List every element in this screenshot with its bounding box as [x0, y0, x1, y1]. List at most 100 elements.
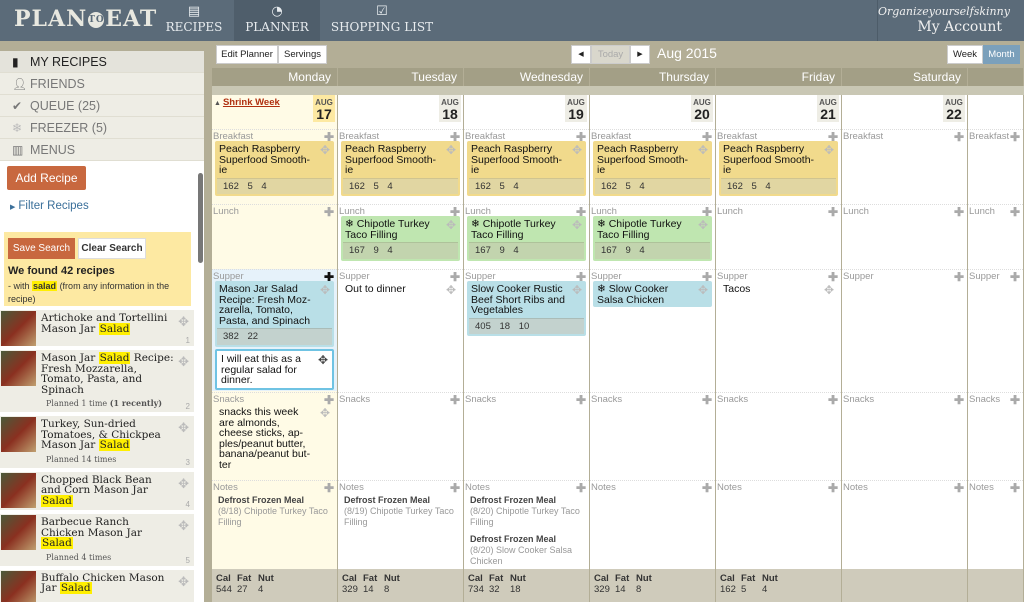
meal-note-card[interactable]: Tacos ✥ [719, 281, 838, 297]
move-handle-icon[interactable]: ✥ [446, 284, 456, 295]
move-handle-icon[interactable]: ✥ [320, 284, 330, 295]
my-account-menu[interactable]: Organizeyourselfskinny My Account [877, 0, 1024, 41]
meal-note-card-selected[interactable]: I will eat this as a regular salad for d… [215, 349, 334, 390]
meal-card[interactable]: Slow Cooker Rustic Beef Short Ribs and V… [467, 281, 586, 336]
meal-card[interactable]: ❄ Chipotle Turkey Taco Filling 167 9 4 ✥ [341, 216, 460, 261]
note-item[interactable]: Defrost Frozen Meal (8/20) Chipotle Turke… [466, 495, 587, 528]
next-week-button[interactable]: ▶ [630, 45, 650, 64]
add-item-plus-icon[interactable]: ✚ [954, 481, 964, 495]
meal-card[interactable]: Peach Raspberry Superfood Smooth-ie 162 5… [341, 141, 460, 196]
drag-handle-icon[interactable]: ✥ [178, 354, 189, 370]
today-button[interactable]: Today [591, 45, 630, 64]
sidebar-item-freezer[interactable]: ❄ FREEZER (5) [0, 117, 204, 139]
planned-text: Planned 4 times [46, 552, 112, 562]
recipe-card[interactable]: Chopped Black Bean and Corn Mason Jar Sa… [0, 471, 194, 510]
recipe-card[interactable]: Artichoke and Tortellini Mason Jar Salad… [0, 310, 194, 346]
sidebar-item-queue[interactable]: ✔ QUEUE (25) [0, 95, 204, 117]
add-item-plus-icon[interactable]: ✚ [1010, 205, 1020, 219]
meal-note-card[interactable]: Out to dinner ✥ [341, 281, 460, 297]
move-handle-icon[interactable]: ✥ [318, 354, 328, 365]
meal-card[interactable]: Mason Jar Salad Recipe: Fresh Moz-zarell… [215, 281, 334, 347]
add-item-plus-icon[interactable]: ✚ [450, 481, 460, 495]
add-item-plus-icon[interactable]: ✚ [450, 393, 460, 407]
move-handle-icon[interactable]: ✥ [824, 284, 834, 295]
move-handle-icon[interactable]: ✥ [824, 144, 834, 155]
add-item-plus-icon[interactable]: ✚ [324, 481, 334, 495]
plan-to-eat-logo[interactable]: PLANTOEAT [14, 6, 157, 32]
move-handle-icon[interactable]: ✥ [446, 144, 456, 155]
add-item-plus-icon[interactable]: ✚ [954, 270, 964, 284]
slot-label: Snacks [465, 394, 497, 405]
add-item-plus-icon[interactable]: ✚ [324, 205, 334, 219]
drag-handle-icon[interactable]: ✥ [178, 420, 189, 436]
edit-planner-button[interactable]: Edit Planner [216, 45, 278, 64]
meal-card[interactable]: Peach Raspberry Superfood Smooth-ie 162 5… [467, 141, 586, 196]
week-view-button[interactable]: Week [947, 45, 983, 64]
add-recipe-button[interactable]: Add Recipe [7, 166, 86, 190]
add-item-plus-icon[interactable]: ✚ [954, 393, 964, 407]
meal-card[interactable]: Peach Raspberry Superfood Smooth-ie 162 5… [719, 141, 838, 196]
nav-recipes-label: RECIPES [165, 20, 223, 34]
add-item-plus-icon[interactable]: ✚ [954, 130, 964, 144]
add-item-plus-icon[interactable]: ✚ [828, 393, 838, 407]
nav-shopping-list[interactable]: ☑ SHOPPING LIST [320, 0, 444, 41]
note-item[interactable]: Defrost Frozen Meal (8/20) Slow Cooker Sa… [466, 534, 587, 567]
move-handle-icon[interactable]: ✥ [320, 144, 330, 155]
note-item[interactable]: Defrost Frozen Meal (8/18) Chipotle Turke… [214, 495, 335, 528]
drag-handle-icon[interactable]: ✥ [178, 574, 189, 590]
meal-card[interactable]: ❄ Chipotle Turkey Taco Filling 167 9 4 ✥ [593, 216, 712, 261]
add-item-plus-icon[interactable]: ✚ [1010, 130, 1020, 144]
servings-button[interactable]: Servings [278, 45, 327, 64]
sidebar-item-menus[interactable]: ▥ MENUS [0, 139, 204, 161]
move-handle-icon[interactable]: ✥ [572, 144, 582, 155]
add-item-plus-icon[interactable]: ✚ [828, 205, 838, 219]
add-item-plus-icon[interactable]: ✚ [1010, 393, 1020, 407]
add-item-plus-icon[interactable]: ✚ [1010, 481, 1020, 495]
search-results-box: Save Search Clear Search We found 42 rec… [4, 232, 191, 306]
meal-card[interactable]: Peach Raspberry Superfood Smooth-ie 162 5… [593, 141, 712, 196]
nav-planner[interactable]: ◔ PLANNER [234, 0, 320, 41]
add-item-plus-icon[interactable]: ✚ [828, 481, 838, 495]
move-handle-icon[interactable]: ✥ [446, 219, 456, 230]
meal-nutrition: 382 22 [217, 328, 332, 345]
meal-card[interactable]: ❄ Slow Cooker Salsa Chicken ✥ [593, 281, 712, 307]
recipe-card[interactable]: Barbecue Ranch Chicken Mason Jar Salad P… [0, 514, 194, 566]
recipe-card[interactable]: Buffalo Chicken Mason Jar Salad ✥ [0, 569, 194, 602]
clear-search-button[interactable]: Clear Search [78, 238, 146, 259]
add-item-plus-icon[interactable]: ✚ [702, 393, 712, 407]
save-search-button[interactable]: Save Search [8, 238, 75, 259]
previous-week-button[interactable]: ◀ [571, 45, 591, 64]
drag-handle-icon[interactable]: ✥ [178, 518, 189, 534]
add-item-plus-icon[interactable]: ✚ [1010, 270, 1020, 284]
recipe-planned-count: Planned 4 times [41, 552, 174, 562]
filter-recipes-toggle[interactable]: ▶ Filter Recipes [10, 200, 89, 212]
move-handle-icon[interactable]: ✥ [572, 219, 582, 230]
sidebar-scrollbar[interactable] [198, 173, 203, 263]
sidebar-item-friends[interactable]: 👤︎ FRIENDS [0, 73, 204, 95]
shrink-week-link[interactable]: ▲ Shrink Week [214, 97, 280, 108]
recipe-card[interactable]: Turkey, Sun-dried Tomatoes, & Chickpea M… [0, 416, 194, 468]
move-handle-icon[interactable]: ✥ [320, 407, 330, 418]
meal-card[interactable]: ❄ Chipotle Turkey Taco Filling 167 9 4 ✥ [467, 216, 586, 261]
totals-fat-value: 5 [741, 584, 747, 595]
move-handle-icon[interactable]: ✥ [572, 284, 582, 295]
sidebar-item-my-recipes[interactable]: ▮ MY RECIPES [0, 51, 204, 73]
nav-recipes[interactable]: ▤ RECIPES [154, 0, 234, 41]
add-item-plus-icon[interactable]: ✚ [954, 205, 964, 219]
drag-handle-icon[interactable]: ✥ [178, 476, 189, 492]
drag-handle-icon[interactable]: ✥ [178, 314, 189, 330]
move-handle-icon[interactable]: ✥ [698, 284, 708, 295]
meal-card[interactable]: Peach Raspberry Superfood Smooth-ie 162 5… [215, 141, 334, 196]
add-item-plus-icon[interactable]: ✚ [702, 481, 712, 495]
account-label: My Account [917, 19, 1002, 35]
month-view-button[interactable]: Month [983, 45, 1020, 64]
recipe-card[interactable]: Mason Jar Salad Recipe: Fresh Mozzarella… [0, 350, 194, 412]
move-handle-icon[interactable]: ✥ [698, 144, 708, 155]
add-item-plus-icon[interactable]: ✚ [576, 393, 586, 407]
planned-text: Planned 1 time [46, 399, 108, 408]
meal-note-text: Out to dinner [345, 283, 406, 295]
add-item-plus-icon[interactable]: ✚ [576, 481, 586, 495]
move-handle-icon[interactable]: ✥ [698, 219, 708, 230]
note-item[interactable]: Defrost Frozen Meal (8/19) Chipotle Turke… [340, 495, 461, 528]
snack-note-card[interactable]: snacks this week are almonds, cheese sti… [215, 404, 334, 472]
